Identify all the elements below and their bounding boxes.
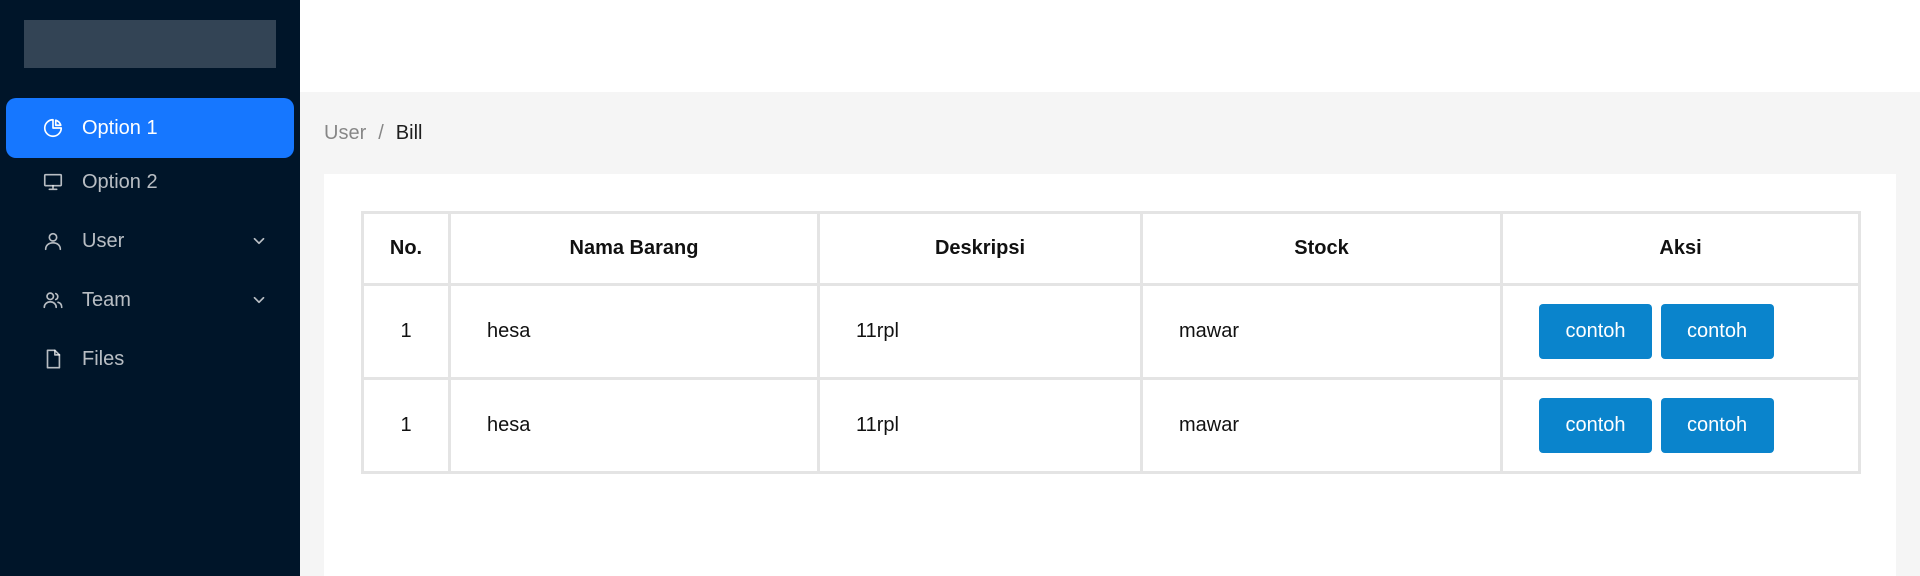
breadcrumb: User / Bill [324,122,422,145]
sidebar-item-team[interactable]: Team [6,270,294,330]
cell-nama-barang: hesa [448,283,820,380]
cell-nama-barang: hesa [448,377,820,474]
action-button-1[interactable]: contoh [1539,304,1652,359]
column-header-no: No. [361,211,451,286]
items-table: No. Nama Barang Deskripsi Stock Aksi 1 h… [361,211,1861,474]
cell-aksi: contoh contoh [1500,377,1861,474]
cell-aksi: contoh contoh [1500,283,1861,380]
cell-stock: mawar [1140,377,1503,474]
user-icon [41,229,65,253]
breadcrumb-separator: / [378,122,384,144]
cell-deskripsi: 11rpl [817,377,1143,474]
chevron-down-icon [250,232,268,250]
table-header-row: No. Nama Barang Deskripsi Stock Aksi [361,211,1861,286]
cell-no: 1 [361,283,451,380]
column-header-aksi: Aksi [1500,211,1861,286]
top-header [300,0,1920,92]
content-panel: No. Nama Barang Deskripsi Stock Aksi 1 h… [324,174,1896,576]
logo-placeholder [24,20,276,68]
desktop-icon [41,170,65,194]
action-button-2[interactable]: contoh [1660,398,1774,453]
breadcrumb-item-user[interactable]: User [324,122,366,145]
cell-no: 1 [361,377,451,474]
sidebar-item-files[interactable]: Files [6,329,294,389]
chevron-down-icon [250,291,268,309]
sidebar-item-label: Option 2 [82,170,158,193]
sidebar-item-label: Files [82,347,125,370]
sidebar-item-user[interactable]: User [6,211,294,271]
sidebar-item-label: Option 1 [82,116,158,139]
action-button-2[interactable]: contoh [1660,304,1774,359]
main-content: User / Bill No. Nama Barang Deskripsi St… [300,92,1920,576]
breadcrumb-item-bill: Bill [395,122,423,144]
sidebar-item-label: Team [82,288,131,311]
file-icon [41,347,65,371]
column-header-deskripsi: Deskripsi [817,211,1143,286]
sidebar-item-option-1[interactable]: Option 1 [6,98,294,158]
cell-stock: mawar [1140,283,1503,380]
column-header-stock: Stock [1140,211,1503,286]
cell-deskripsi: 11rpl [817,283,1143,380]
action-button-1[interactable]: contoh [1539,398,1652,453]
column-header-nama-barang: Nama Barang [448,211,820,286]
sidebar-item-label: User [82,229,125,252]
table-row: 1 hesa 11rpl mawar contoh contoh [361,377,1861,474]
team-icon [41,288,65,312]
table-row: 1 hesa 11rpl mawar contoh contoh [361,283,1861,380]
sidebar: Option 1 Option 2 User Team Files [0,0,300,576]
pie-chart-icon [41,116,65,140]
sidebar-item-option-2[interactable]: Option 2 [6,152,294,212]
